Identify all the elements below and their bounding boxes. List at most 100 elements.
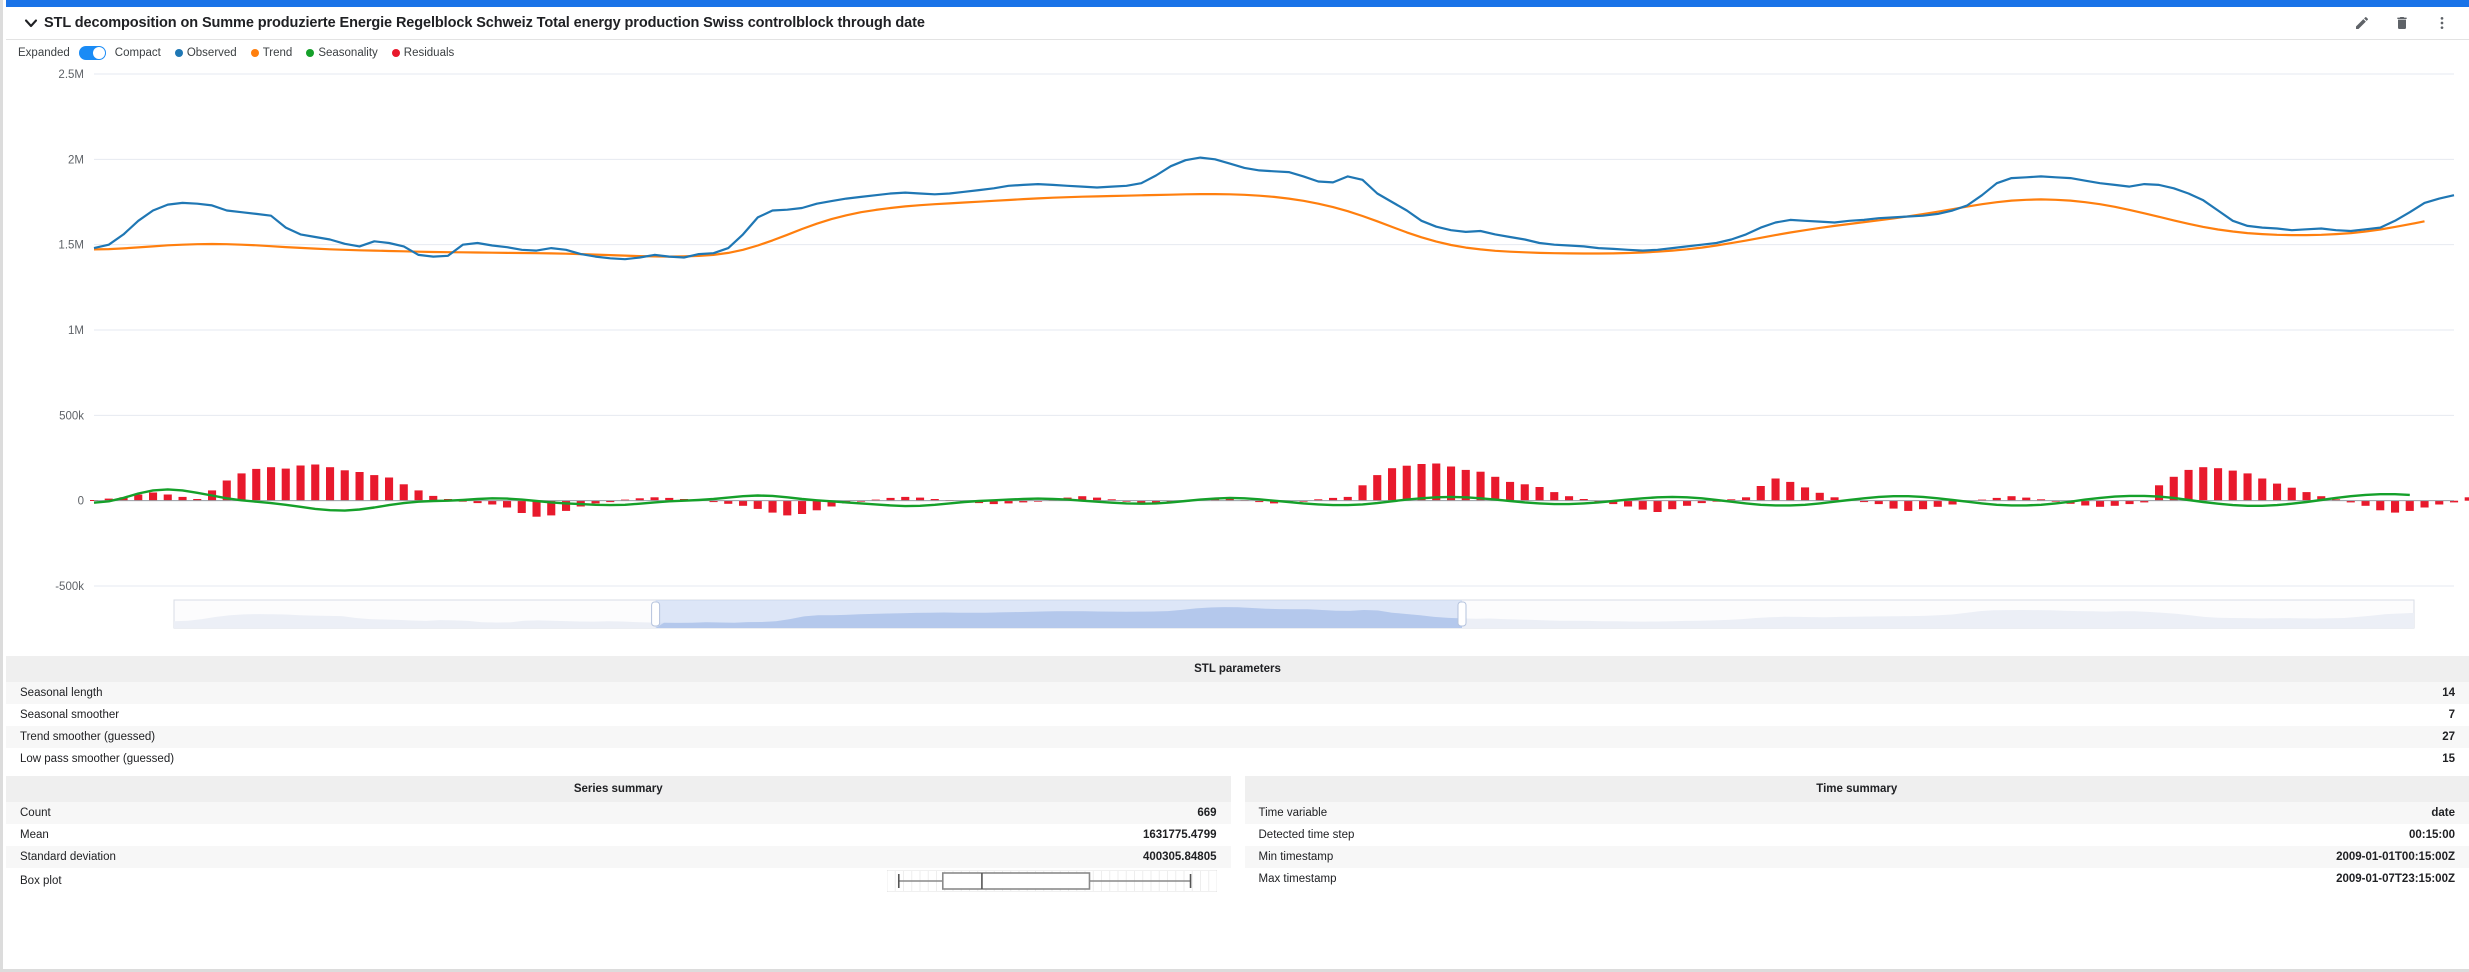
legend-dot-trend (250, 49, 259, 57)
residual-bar (326, 467, 335, 501)
delete-icon[interactable] (2393, 14, 2411, 32)
range-handle-right[interactable] (1457, 601, 1467, 627)
row-key: Seasonal length (6, 682, 1238, 704)
residual-bar (1653, 500, 1662, 512)
residual-bar (2081, 500, 2090, 506)
residual-bar (739, 500, 748, 506)
legend-item-trend[interactable]: Trend (250, 47, 292, 59)
residual-bar (901, 496, 910, 501)
expanded-compact-toggle[interactable] (78, 46, 106, 60)
time-summary-title: Time summary (1244, 776, 2469, 802)
series-observed (93, 156, 2455, 261)
residual-bar (768, 500, 777, 513)
legend-item-observed[interactable]: Observed (174, 47, 237, 59)
table-row: Low pass smoother (guessed) 15 (6, 748, 2469, 770)
stl-chart[interactable]: 2.5M2M1.5M1M500k0-500k18:00306:0012:0018… (6, 66, 2469, 641)
residual-bar (2184, 469, 2193, 501)
table-row: Count 669 (6, 802, 1231, 824)
row-value: 400305.84805 (618, 846, 1231, 868)
row-key: Time variable (1244, 802, 1857, 824)
series-seasonality (93, 488, 2410, 512)
residual-bar (311, 464, 320, 501)
residual-bar (2007, 496, 2016, 501)
residual-bar (2287, 487, 2296, 501)
stl-decomposition-panel: STL decomposition on Summe produzierte E… (0, 0, 2469, 972)
table-row: Min timestamp 2009-01-01T00:15:00Z (1244, 846, 2469, 868)
chevron-down-icon[interactable] (18, 15, 44, 31)
residual-bar (2199, 467, 2208, 501)
series-summary-table: Series summary Count 669 Mean 1631775.4799 S… (6, 776, 1231, 894)
residual-bar (1815, 492, 1824, 501)
row-value: 7 (1237, 704, 2469, 726)
legend-label-seasonality: Seasonality (318, 47, 378, 59)
row-value: 00:15:00 (1856, 824, 2469, 846)
residual-bar (2302, 492, 2311, 501)
stl-parameters-block: STL parameters Seasonal length 14 Seasonal… (6, 656, 2469, 770)
residual-bar (503, 500, 512, 508)
chart-canvas[interactable]: 2.5M2M1.5M1M500k0-500k18:00306:0012:0018… (6, 66, 2469, 641)
header-actions (2353, 14, 2451, 32)
y-axis-tick-label: 500k (59, 410, 84, 422)
table-row: Mean 1631775.4799 (6, 824, 1231, 846)
series-trend (93, 193, 2425, 258)
residual-bar (2125, 500, 2134, 505)
residual-bar (281, 468, 290, 501)
residual-bar (296, 465, 305, 501)
residual-bar (1638, 500, 1647, 510)
residual-bar (1889, 500, 1898, 509)
box-plot (632, 870, 1217, 892)
residual-bar (532, 500, 541, 517)
residual-bar (2243, 473, 2252, 501)
summary-row: Series summary Count 669 Mean 1631775.4799 S… (6, 776, 2469, 894)
range-selector[interactable] (173, 599, 2415, 629)
residual-bar (2214, 468, 2223, 501)
legend-label-residuals: Residuals (403, 47, 455, 59)
series-summary-title: Series summary (6, 776, 1231, 802)
row-value: date (1856, 802, 2469, 824)
legend-item-residuals[interactable]: Residuals (391, 47, 455, 59)
residual-bar (1402, 465, 1411, 501)
residual-bar (1535, 487, 1544, 501)
residual-bar (1343, 496, 1352, 501)
legend-label-observed: Observed (186, 47, 237, 59)
residual-bar (252, 468, 261, 501)
chart-legend-bar: Expanded Compact Observed Trend Seasonal… (6, 40, 2469, 66)
residual-bar (1874, 500, 1883, 505)
residual-bar (1565, 496, 1574, 501)
residual-bar (267, 467, 276, 501)
more-options-icon[interactable] (2433, 14, 2451, 32)
row-value (618, 868, 1231, 894)
residual-bar (1668, 500, 1677, 510)
row-value: 669 (618, 802, 1231, 824)
legend-dot-seasonality (306, 49, 315, 57)
legend-item-seasonality[interactable]: Seasonality (306, 47, 378, 59)
residual-bar (1432, 463, 1441, 501)
row-key: Box plot (6, 868, 619, 894)
range-handle-left[interactable] (651, 601, 661, 627)
table-row: Trend smoother (guessed) 27 (6, 726, 2469, 748)
residual-bar (2110, 500, 2119, 506)
residual-bar (2376, 500, 2385, 511)
residual-bar (1624, 500, 1633, 507)
edit-icon[interactable] (2353, 14, 2371, 32)
residual-bar (1904, 500, 1913, 511)
residual-bar (783, 500, 792, 516)
stl-parameters-table: STL parameters Seasonal length 14 Seasonal… (6, 656, 2469, 770)
residual-bar (2391, 500, 2400, 513)
row-key: Standard deviation (6, 846, 619, 868)
table-row: Standard deviation 400305.84805 (6, 846, 1231, 868)
residual-bar (1506, 481, 1515, 501)
row-value: 2009-01-01T00:15:00Z (1856, 846, 2469, 868)
residual-bar (1933, 500, 1942, 507)
y-axis-tick-label: -500k (55, 581, 84, 593)
table-row: Detected time step 00:15:00 (1244, 824, 2469, 846)
residual-bar (2258, 478, 2267, 501)
series-summary-block: Series summary Count 669 Mean 1631775.4799 S… (6, 776, 1231, 894)
row-key: Min timestamp (1244, 846, 1857, 868)
legend-dot-observed (174, 49, 183, 57)
residual-bar (798, 500, 807, 514)
residual-bar (1491, 476, 1500, 501)
row-value: 14 (1237, 682, 2469, 704)
y-axis-tick-label: 1.5M (58, 240, 84, 252)
residual-bar (1919, 500, 1928, 510)
